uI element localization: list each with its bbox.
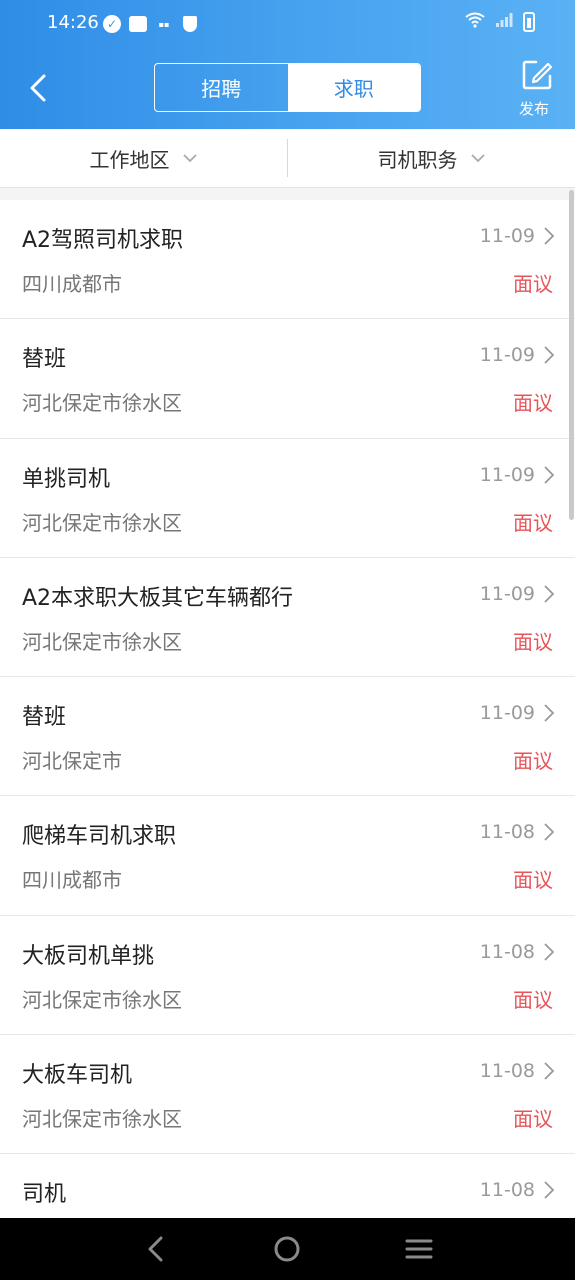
tab-job-seeking[interactable]: 求职	[287, 64, 420, 111]
list-item-title: 替班	[22, 347, 67, 373]
nav-menu-button[interactable]	[399, 1229, 439, 1269]
publish-label: 发布	[518, 100, 549, 118]
chevron-right-icon	[544, 585, 555, 603]
status-time: 14:26	[47, 12, 99, 33]
list-item-location: 河北保定市徐水区	[22, 987, 182, 1012]
segmented-tabs: 招聘 求职	[154, 63, 421, 112]
filter-work-area-label: 工作地区	[89, 147, 170, 172]
chevron-right-icon	[544, 1181, 555, 1200]
list-item[interactable]: A2驾照司机求职 11-09 四川成都市 面议	[0, 200, 575, 320]
filter-driver-position-label: 司机职务	[377, 147, 458, 172]
list-item-salary: 面议	[513, 272, 553, 296]
list-item-location: 河北保定市	[22, 749, 122, 774]
list-item-title: A2本求职大板其它车辆都行	[22, 585, 294, 611]
list-item[interactable]: 替班 11-09 河北保定市徐水区 面议	[0, 319, 575, 439]
list-item[interactable]: 大板司机单挑 11-08 河北保定市徐水区 面议	[0, 915, 575, 1036]
list-item[interactable]: A2本求职大板其它车辆都行 11-09 河北保定市徐水区 面议	[0, 557, 575, 678]
chevron-down-icon	[182, 154, 197, 163]
system-nav-bar	[0, 1218, 575, 1280]
back-button[interactable]	[22, 70, 58, 106]
list-item-salary: 面议	[513, 510, 553, 535]
list-item-date: 11-08	[479, 1179, 535, 1202]
list-item-salary: 面议	[513, 868, 553, 893]
list-item-salary: 面议	[513, 391, 553, 416]
chevron-right-icon	[544, 227, 555, 245]
list-item[interactable]: 替班 11-09 河北保定市 面议	[0, 677, 575, 797]
chevron-right-icon	[544, 943, 555, 961]
list-item[interactable]: 单挑司机 11-09 河北保定市徐水区 面议	[0, 438, 575, 558]
list-item-location: 四川成都市	[22, 272, 122, 296]
list-item-date: 11-09	[479, 582, 535, 605]
scrollbar[interactable]	[569, 190, 574, 520]
list-item-title: 替班	[22, 705, 67, 731]
list-item-title: 司机	[22, 1182, 67, 1208]
chevron-right-icon	[544, 346, 555, 364]
list-item-location: 河北保定市徐水区	[22, 1107, 182, 1132]
list-item-title: 大板司机单挑	[22, 943, 155, 969]
back-triangle-icon	[148, 1236, 163, 1262]
list-item-salary: 面议	[513, 1107, 553, 1132]
list-item-date: 11-09	[479, 344, 535, 367]
list-item-date: 11-08	[479, 1060, 535, 1083]
list-item-location: 河北保定市徐水区	[22, 510, 182, 535]
tab-recruit[interactable]: 招聘	[155, 64, 288, 111]
list-item-location: 四川成都市	[22, 868, 122, 893]
list-item-location: 河北保定市徐水区	[22, 391, 182, 416]
status-bar: 14:26 ✓ ▪▪	[0, 0, 575, 48]
nav-home-button[interactable]	[267, 1229, 307, 1269]
back-arrow-icon	[30, 74, 46, 102]
list-item[interactable]: 大板车司机 11-08 河北保定市徐水区 面议	[0, 1035, 575, 1155]
filter-work-area[interactable]: 工作地区	[0, 129, 287, 187]
chevron-right-icon	[544, 823, 555, 842]
list-item-title: 大板车司机	[22, 1063, 133, 1089]
chevron-right-icon	[544, 465, 555, 484]
list-item-date: 11-09	[479, 225, 535, 247]
filter-driver-position[interactable]: 司机职务	[288, 129, 575, 187]
chevron-down-icon	[470, 154, 485, 163]
app-notification-icon: ▪▪	[158, 19, 170, 29]
list-item-date: 11-09	[479, 463, 535, 486]
job-list: A2驾照司机求职 11-09 四川成都市 面议 替班 11-09 河北保定市徐水…	[0, 200, 575, 1218]
signal-icon	[495, 12, 513, 32]
check-circle-icon: ✓	[102, 14, 122, 34]
list-item-date: 11-09	[479, 702, 535, 725]
list-item-salary: 面议	[513, 987, 553, 1012]
nav-back-button[interactable]	[136, 1229, 176, 1269]
menu-icon	[405, 1239, 433, 1259]
list-item-location: 河北保定市徐水区	[22, 629, 182, 654]
mail-icon	[128, 14, 148, 34]
battery-charging-icon	[523, 12, 535, 32]
shield-icon	[180, 14, 200, 34]
list-item-date: 11-08	[479, 821, 535, 844]
filter-bar: 工作地区 司机职务	[0, 129, 575, 188]
list-item-title: A2驾照司机求职	[22, 228, 184, 253]
chevron-right-icon	[544, 1062, 555, 1080]
home-circle-icon	[274, 1236, 300, 1262]
list-item-date: 11-08	[479, 940, 535, 963]
chevron-right-icon	[544, 704, 555, 722]
list-item-salary: 面议	[513, 749, 553, 774]
edit-icon	[522, 60, 553, 90]
list-item-title: 单挑司机	[22, 466, 111, 492]
publish-button[interactable]: 发布	[519, 58, 555, 119]
app-header: 14:26 ✓ ▪▪ 招聘 求职 发布	[0, 0, 575, 129]
wifi-icon	[465, 12, 485, 32]
list-item-title: 爬梯车司机求职	[22, 824, 177, 850]
list-item-salary: 面议	[513, 629, 553, 654]
list-item[interactable]: 爬梯车司机求职 11-08 四川成都市 面议	[0, 796, 575, 916]
list-item[interactable]: 司机 11-08	[0, 1154, 575, 1218]
